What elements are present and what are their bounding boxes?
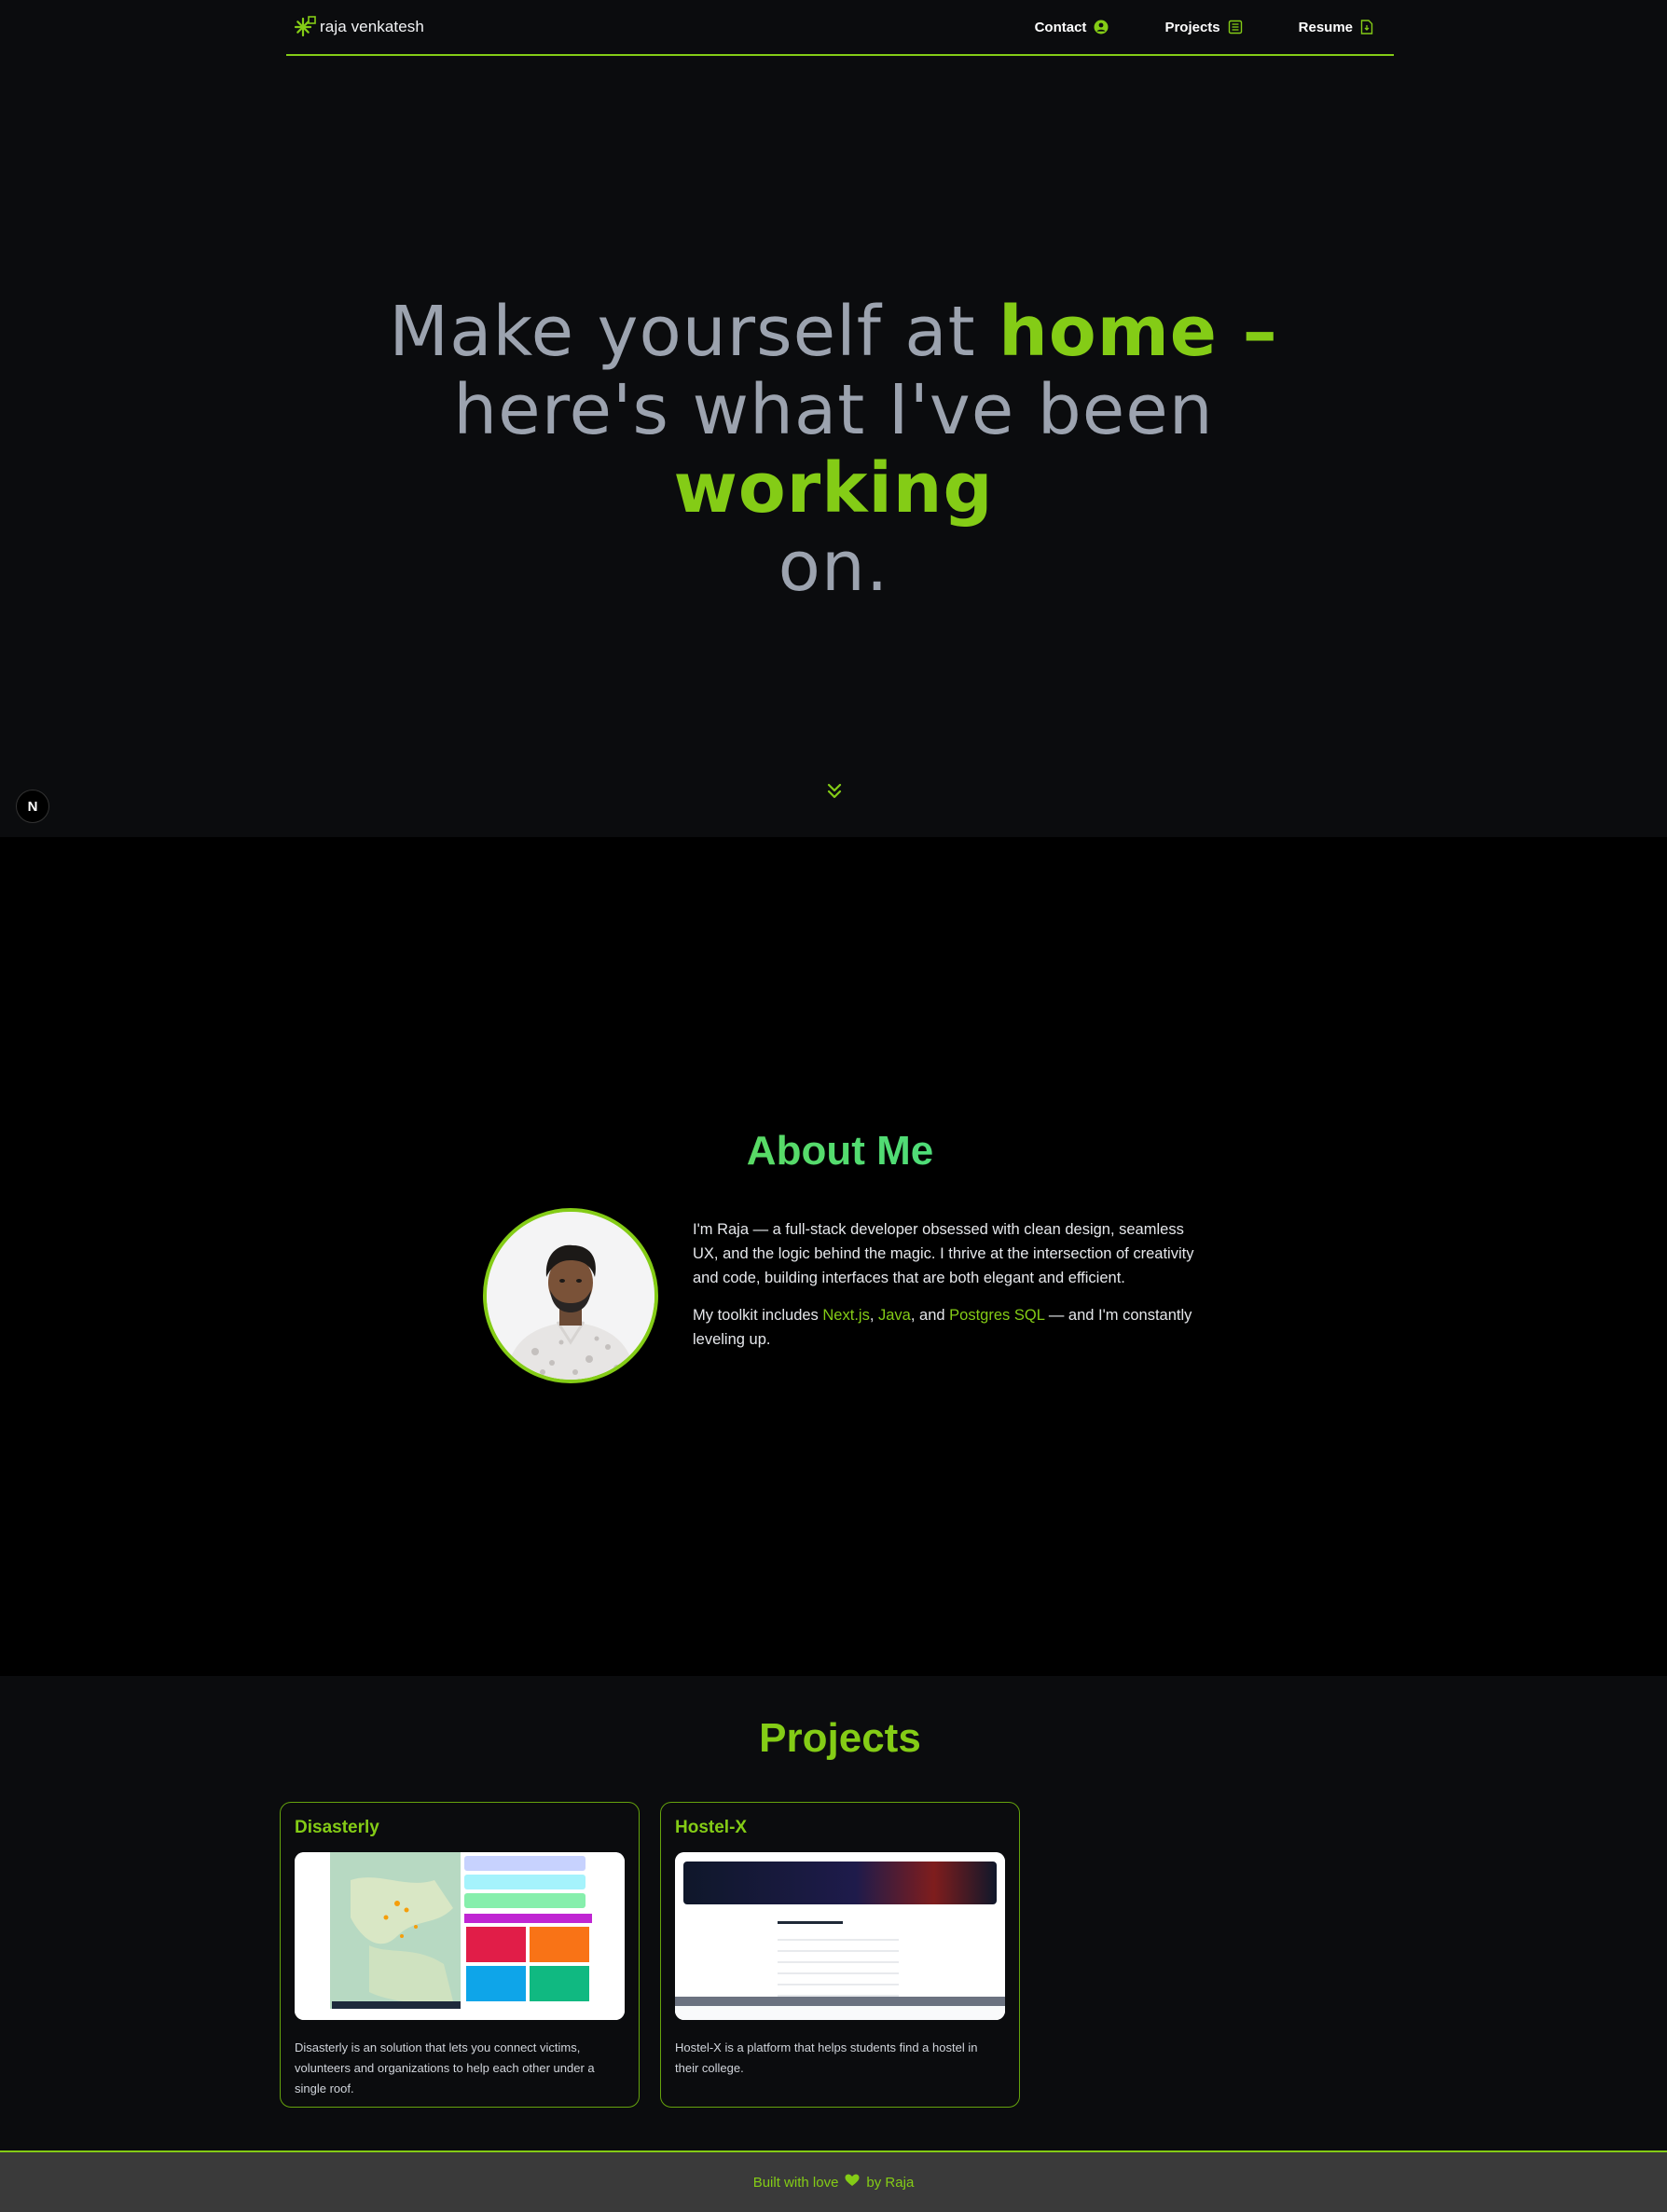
- hero-line2-text: here's what I've been: [453, 370, 1214, 450]
- user-circle-icon: [1094, 20, 1109, 34]
- file-icon: [1360, 20, 1373, 34]
- footer: Built with love by Raja: [0, 2150, 1667, 2212]
- nav-contact-link[interactable]: Contact: [1035, 20, 1109, 35]
- tech-nextjs: Next.js: [822, 1307, 870, 1324]
- nav-contact-label: Contact: [1034, 19, 1087, 35]
- footer-text-author: by Raja: [866, 2174, 915, 2191]
- heart-icon: [845, 2174, 860, 2191]
- top-navbar: raja venkatesh Contact Projects Resume: [286, 0, 1394, 56]
- hero-highlight-home: home –: [999, 292, 1278, 372]
- project-description: Disasterly is an solution that lets you …: [295, 2040, 595, 2095]
- project-title: Disasterly: [295, 1818, 379, 1837]
- projects-section: Projects Disasterly Disasterly is an sol…: [0, 1676, 1667, 2150]
- hero-line3-text: on.: [778, 527, 889, 607]
- hero-highlight-working: working: [673, 448, 994, 529]
- toolkit-intro: My toolkit includes: [693, 1307, 823, 1324]
- project-screenshot-hostel-x: [675, 1852, 1005, 2020]
- tech-separator-2: , and: [910, 1307, 950, 1324]
- about-paragraph-1: I'm Raja — a full-stack developer obsess…: [693, 1221, 1194, 1286]
- footer-text-built: Built with love: [752, 2174, 839, 2191]
- project-screenshot-disasterly: [295, 1852, 625, 2020]
- hero-line1-text: Make yourself at: [389, 292, 999, 372]
- hero-section: Make yourself at home – here's what I've…: [0, 58, 1667, 837]
- tech-java: Java: [878, 1307, 911, 1324]
- tech-postgres: Postgres SQL: [949, 1307, 1045, 1324]
- projects-title: Projects: [759, 1715, 921, 1761]
- about-title: About Me: [0, 1128, 1667, 1175]
- brand-name: raja venkatesh: [320, 18, 424, 35]
- chevrons-down-icon[interactable]: [827, 782, 842, 805]
- nextjs-dev-badge[interactable]: N: [16, 790, 49, 823]
- profile-photo: [483, 1208, 658, 1383]
- next-badge-letter: N: [27, 798, 38, 815]
- about-paragraph-2: My toolkit includes Next.js, Java, and P…: [693, 1303, 1196, 1352]
- project-card-disasterly[interactable]: Disasterly Disasterly is an solution tha…: [280, 1802, 640, 2108]
- nav-projects-link[interactable]: Projects: [1164, 20, 1242, 35]
- nav-resume-label: Resume: [1298, 19, 1353, 35]
- nav-resume-link[interactable]: Resume: [1299, 20, 1373, 35]
- hero-headline: Make yourself at home – here's what I've…: [317, 293, 1350, 606]
- nav-projects-label: Projects: [1164, 19, 1220, 35]
- about-section: About Me I'm Raja — a full-stack develop…: [0, 837, 1667, 1676]
- project-title: Hostel-X: [675, 1818, 748, 1837]
- list-doc-icon: [1228, 20, 1243, 34]
- tech-separator-1: ,: [869, 1307, 878, 1324]
- project-card-hostel-x[interactable]: Hostel-X Hostel-X is a platform that hel…: [660, 1802, 1020, 2108]
- nav-links: Contact Projects Resume: [1035, 20, 1373, 35]
- about-bio: I'm Raja — a full-stack developer obsess…: [693, 1217, 1196, 1352]
- brand[interactable]: raja venkatesh: [294, 16, 424, 38]
- project-description: Hostel-X is a platform that helps studen…: [675, 2040, 978, 2075]
- asterisk-logo-icon: [294, 16, 316, 38]
